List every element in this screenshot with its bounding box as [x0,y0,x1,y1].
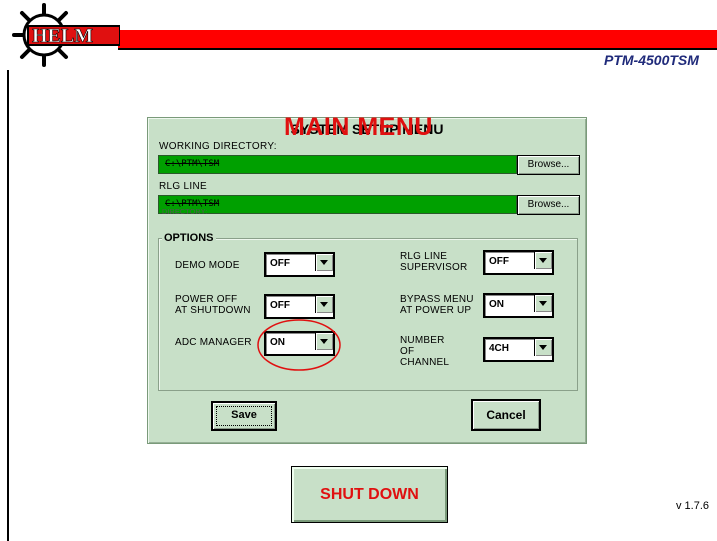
chevron-down-icon[interactable] [534,295,552,312]
rlg-line-supervisor-label: RLG LINE SUPERVISOR [400,251,468,273]
working-directory-field[interactable]: C:\PTM\TSM [158,155,517,174]
rlg-line-label: RLG LINE [159,181,207,192]
ship-wheel-icon: HELM [12,3,121,67]
demo-mode-label: DEMO MODE [175,260,240,271]
highlight-circle-annotation [257,319,341,371]
system-setup-panel: SYSTEM SETUP MENU WORKING DIRECTORY: C:\… [147,117,587,444]
rlg-line-directory-field[interactable]: C:\PTM\TSM [158,195,517,214]
header-red-band [118,30,717,50]
cancel-button[interactable]: Cancel [471,399,541,431]
rlg-line-browse-button[interactable]: Browse... [517,195,580,215]
demo-mode-select[interactable]: OFF [264,252,335,277]
number-of-channel-select[interactable]: 4CH [483,337,554,362]
chevron-down-icon[interactable] [534,252,552,269]
chevron-down-icon[interactable] [315,254,333,271]
number-of-channel-value: 4CH [489,343,510,354]
svg-text:HELM: HELM [32,25,93,47]
rlg-line-directory-value: C:\PTM\TSM [165,199,220,209]
bypass-menu-value: ON [489,299,504,310]
version-label: v 1.7.6 [676,500,710,512]
power-off-label: POWER OFF AT SHUTDOWN [175,294,251,316]
save-button[interactable]: Save [211,401,277,431]
chevron-down-icon[interactable] [315,296,333,313]
options-title: OPTIONS [162,232,216,244]
number-of-channel-label: NUMBER OF CHANNEL [400,335,450,368]
rlg-line-supervisor-select[interactable]: OFF [483,250,554,275]
helm-logo: HELM [8,2,121,68]
working-directory-value: C:\PTM\TSM [165,159,220,169]
demo-mode-value: OFF [270,258,290,269]
power-off-select[interactable]: OFF [264,294,335,319]
working-directory-label: WORKING DIRECTORY: [159,141,277,152]
chevron-down-icon[interactable] [534,339,552,356]
rlg-line-directory-label: DIRECTORY: [162,209,208,216]
model-name: PTM-4500TSM [604,52,699,68]
adc-manager-label: ADC MANAGER [175,337,252,348]
rlg-line-supervisor-value: OFF [489,256,509,267]
bypass-menu-select[interactable]: ON [483,293,554,318]
bypass-menu-label: BYPASS MENU AT POWER UP [400,294,474,316]
power-off-value: OFF [270,300,290,311]
shut-down-button[interactable]: SHUT DOWN [291,466,448,523]
main-menu-title: MAIN MENU [284,113,433,141]
working-directory-browse-button[interactable]: Browse... [517,155,580,175]
save-button-label: Save [231,409,257,421]
